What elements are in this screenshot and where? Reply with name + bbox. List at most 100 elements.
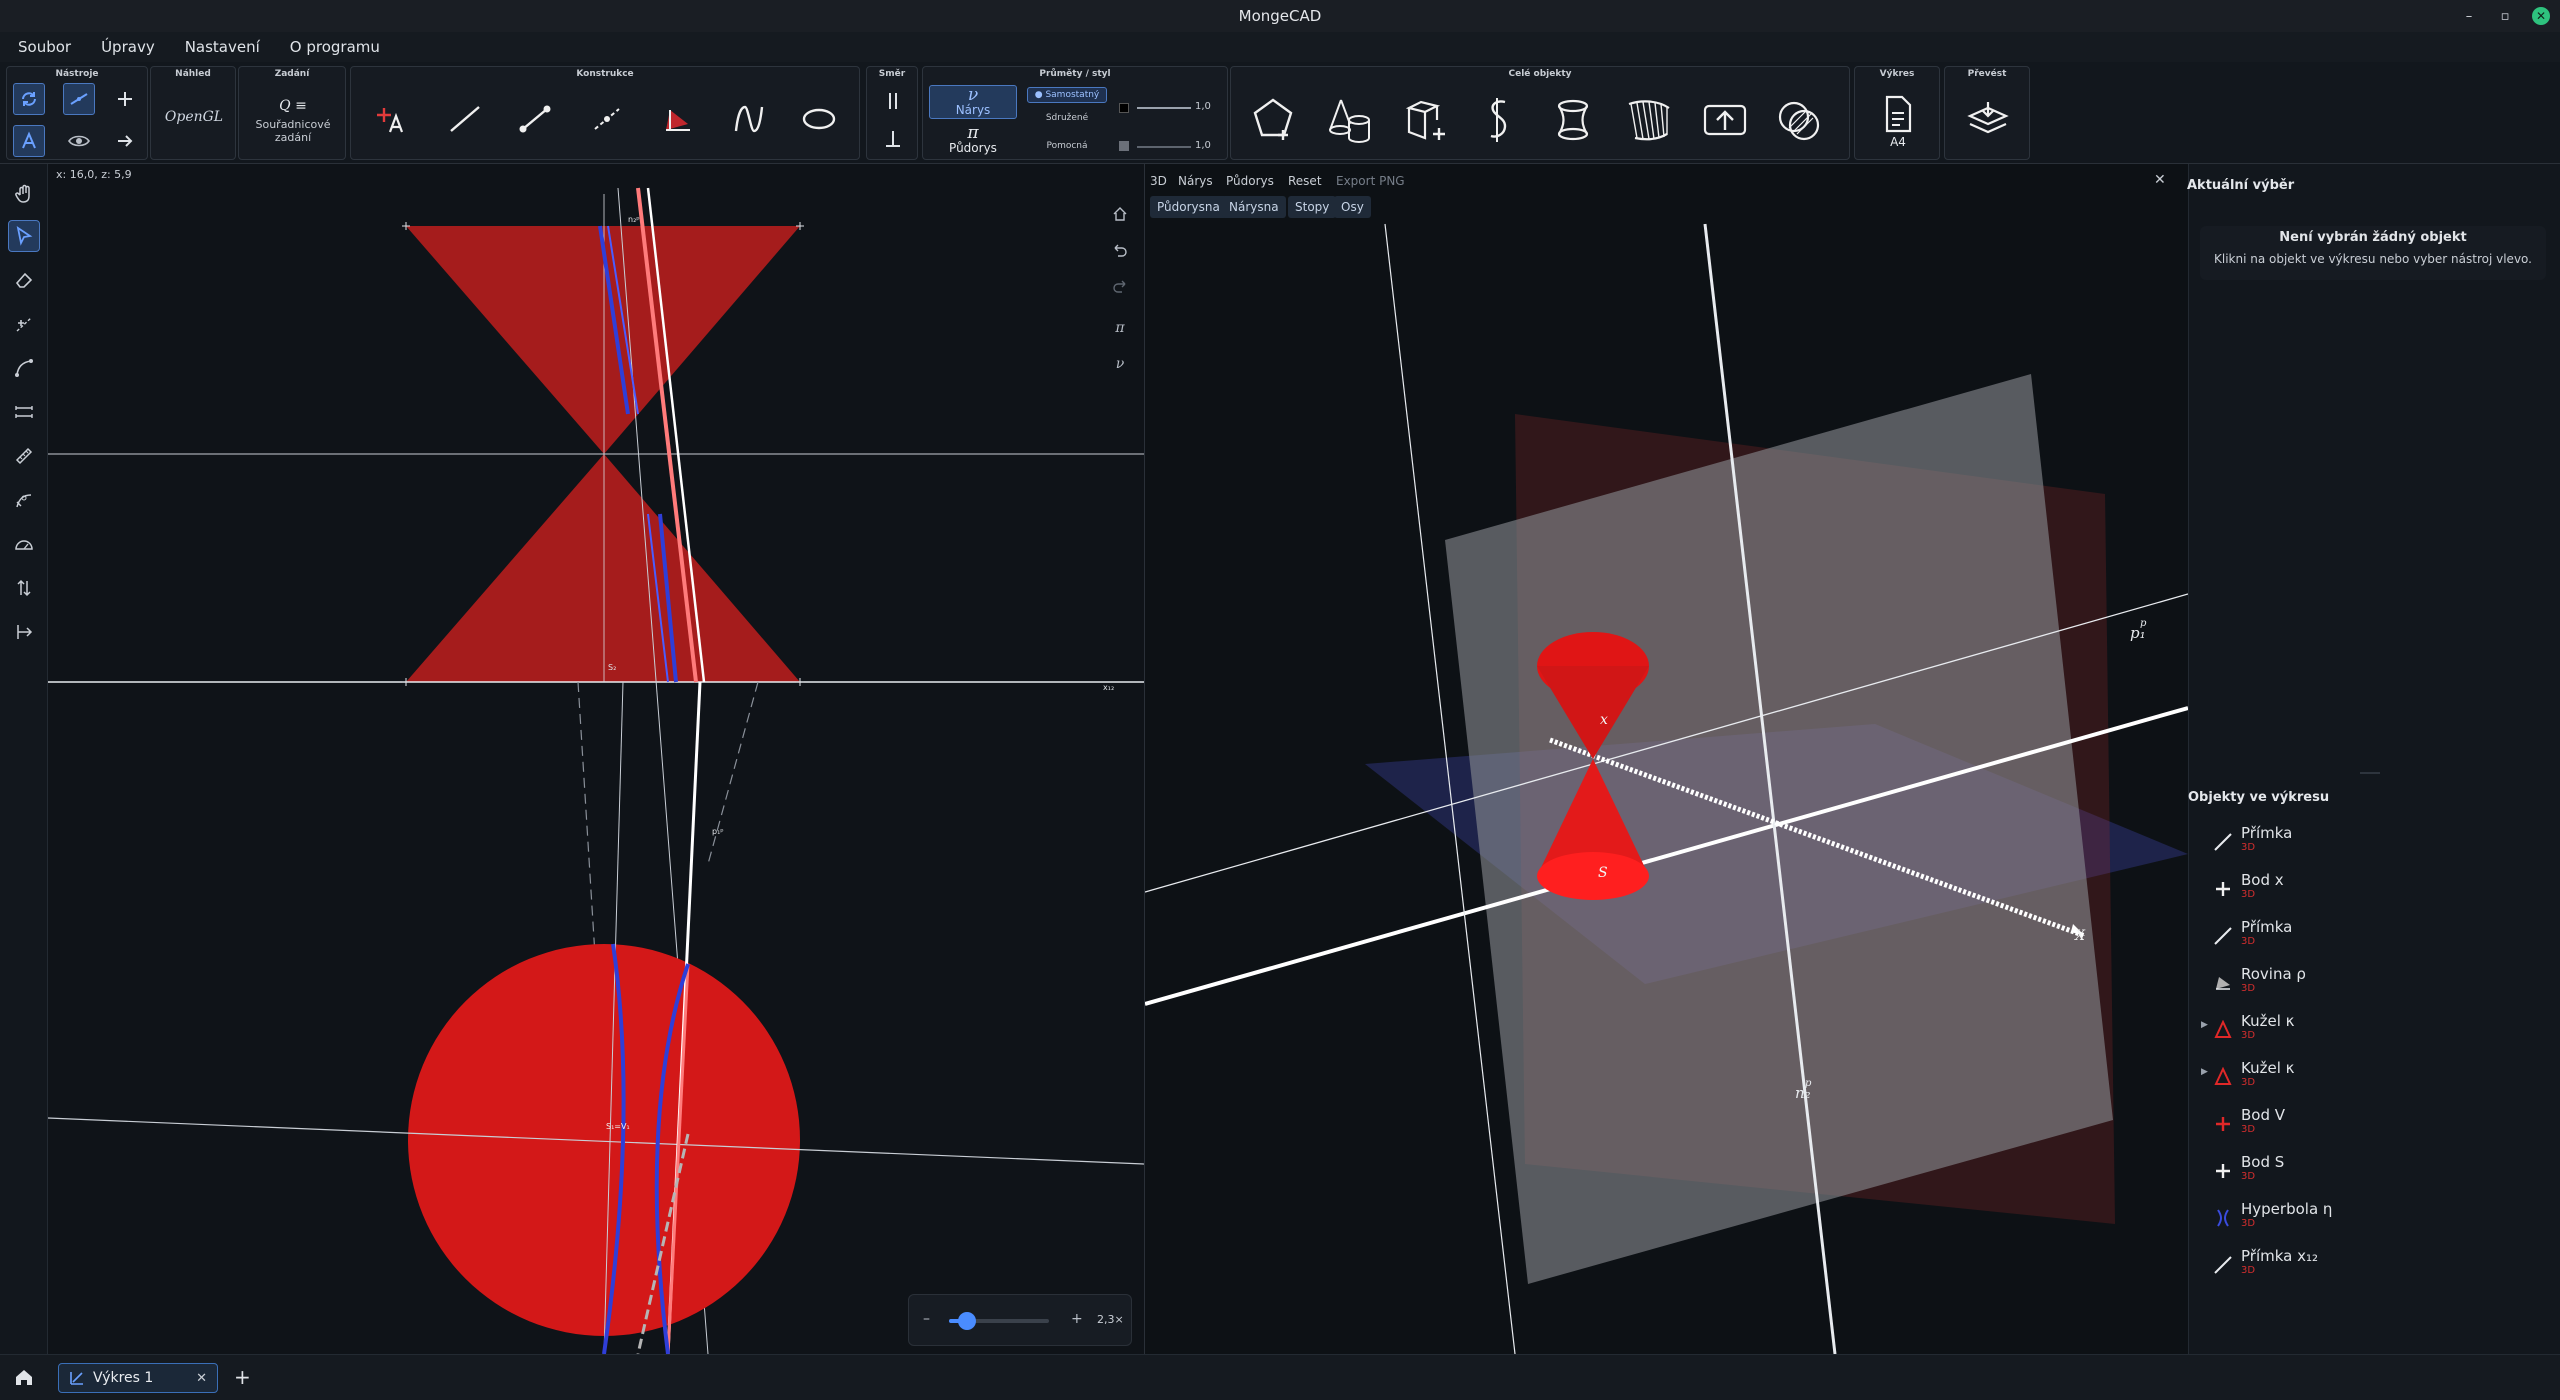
line-button[interactable] [441, 91, 489, 147]
curve-button[interactable] [725, 91, 773, 147]
close-icon[interactable]: ✕ [2532, 7, 2550, 25]
color-swatch-black[interactable] [1119, 103, 1129, 113]
paper-size-button[interactable]: A4 [1869, 89, 1927, 155]
object-list-item[interactable]: Přímka 3D [2205, 820, 2545, 866]
reset-button[interactable]: Reset [1288, 174, 1322, 188]
coordinate-input-button[interactable]: Q ≡ Souřadnicové zadání [245, 85, 341, 157]
pan-tool[interactable] [8, 178, 40, 210]
hyperboloid-button[interactable] [1545, 89, 1601, 151]
document-tab[interactable]: Výkres 1 ✕ [58, 1363, 218, 1393]
group-solids: Celé objekty [1230, 66, 1850, 160]
vertical-tool[interactable] [8, 572, 40, 604]
close-tab-icon[interactable]: ✕ [196, 1371, 207, 1386]
menu-upravy[interactable]: Úpravy [101, 38, 155, 56]
arrow-right-button[interactable] [109, 125, 141, 157]
expand-icon[interactable]: ▶ [2201, 1067, 2208, 1077]
object-kind: 3D [2241, 889, 2256, 900]
parallel-icon [889, 93, 897, 109]
object-list-item[interactable]: Přímka 3D [2205, 914, 2545, 960]
menu-soubor[interactable]: Soubor [18, 38, 71, 56]
projection-pudorys-button[interactable]: π Půdorys [929, 123, 1017, 157]
close-3d-view-icon[interactable]: ✕ [2154, 172, 2166, 188]
nu-view-button[interactable]: ν [1106, 350, 1134, 378]
drawing-canvas-2d[interactable]: n₂ᵖ S₂ x₁₂ S₁=V₁ p₁ᵖ [48, 164, 1144, 1354]
select-tool[interactable] [8, 220, 40, 252]
undo-icon [1114, 244, 1127, 257]
object-list-item[interactable]: ▶ Kužel κ 3D [2201, 1055, 2545, 1101]
toggle-narysna[interactable]: Nárysna [1222, 196, 1286, 218]
ruled-surface-button[interactable] [1621, 89, 1677, 151]
segment-button[interactable] [511, 91, 559, 147]
point-on-line-tool[interactable] [8, 308, 40, 340]
svg-text:S₂: S₂ [608, 663, 616, 672]
redo-button[interactable] [1106, 272, 1134, 300]
parallel-button[interactable] [877, 85, 909, 117]
new-tab-button[interactable]: + [234, 1367, 251, 1387]
view-3d[interactable]: x S X p₁ p n₂ p [1145, 164, 2188, 1354]
zoom-in-button[interactable]: + [1071, 1311, 1083, 1327]
tab-narys[interactable]: Nárys [1178, 174, 1213, 188]
opengl-button[interactable]: OpenGL [159, 97, 229, 137]
zoom-slider-handle[interactable] [958, 1312, 976, 1330]
line-icon [2213, 1255, 2233, 1275]
eraser-tool[interactable] [8, 264, 40, 296]
rotate-tool-button[interactable] [13, 83, 45, 115]
drawing-tab-icon [70, 1372, 83, 1385]
axis-tool[interactable] [8, 616, 40, 648]
object-list-item[interactable]: ▶ Kužel κ 3D [2201, 1008, 2545, 1054]
object-list-item[interactable]: Rovina ρ 3D [2205, 961, 2545, 1007]
style-sdruzene-option[interactable]: Sdružené [1027, 111, 1107, 127]
maximize-icon[interactable]: ▫ [2496, 7, 2514, 25]
toggle-pudorysna[interactable]: Půdorysna [1150, 196, 1227, 218]
pi-view-button[interactable]: π [1106, 314, 1134, 342]
panel-resize-handle[interactable] [2360, 772, 2380, 774]
menu-nastaveni[interactable]: Nastavení [185, 38, 260, 56]
home-view-button[interactable] [1106, 200, 1134, 228]
curve-edit-tool[interactable] [8, 484, 40, 516]
object-list-item[interactable]: Přímka x₁₂ 3D [2205, 1243, 2545, 1289]
ellipse-button[interactable] [795, 91, 843, 147]
move-icon [118, 92, 132, 106]
polygon-button[interactable] [1245, 89, 1301, 151]
object-list-item[interactable]: Bod S 3D [2205, 1149, 2545, 1195]
toggle-osy[interactable]: Osy [1334, 196, 1371, 218]
projection-narys-button[interactable]: ν Nárys [929, 85, 1017, 119]
style-samostatny-option[interactable]: ● Samostatný [1027, 87, 1107, 103]
prism-button[interactable] [1397, 89, 1453, 151]
object-list-item[interactable]: Bod V 3D [2205, 1102, 2545, 1148]
line-width-slider-2[interactable] [1137, 146, 1191, 148]
measure-tool[interactable] [8, 396, 40, 428]
color-swatch-gray[interactable] [1119, 141, 1129, 151]
tab-pudorys[interactable]: Půdorys [1226, 174, 1274, 188]
home-tab-button[interactable] [14, 1367, 34, 1391]
toggle-stopy[interactable]: Stopy [1288, 196, 1337, 218]
tab-3d[interactable]: 3D [1150, 174, 1167, 188]
arc-tool[interactable] [8, 352, 40, 384]
convert-button[interactable] [1959, 89, 2017, 151]
minimize-icon[interactable]: – [2460, 7, 2478, 25]
plane-button[interactable] [653, 91, 701, 147]
point-label-button[interactable] [369, 91, 417, 147]
protractor-tool[interactable] [8, 528, 40, 560]
perpendicular-button[interactable] [877, 123, 909, 155]
surface-button[interactable] [1471, 89, 1527, 151]
intersection-button[interactable] [1771, 89, 1827, 151]
visibility-button[interactable] [63, 125, 95, 157]
ruler-tool[interactable] [8, 440, 40, 472]
undo-button[interactable] [1106, 236, 1134, 264]
menu-o-programu[interactable]: O programu [290, 38, 380, 56]
export-png-button[interactable]: Export PNG [1336, 174, 1405, 188]
object-list-item[interactable]: Bod x 3D [2205, 867, 2545, 913]
style-pomocna-option[interactable]: Pomocná [1027, 139, 1107, 155]
cone-cylinder-button[interactable] [1321, 89, 1377, 151]
label-tool-button[interactable] [13, 125, 45, 157]
object-list-item[interactable]: Hyperbola η 3D [2205, 1196, 2545, 1242]
zoom-out-button[interactable]: – [923, 1311, 930, 1327]
zoom-slider-track[interactable] [949, 1312, 1049, 1330]
line-width-slider-1[interactable] [1137, 107, 1191, 109]
import-button[interactable] [1697, 89, 1753, 151]
expand-icon[interactable]: ▶ [2201, 1020, 2208, 1030]
line-point-tool-button[interactable] [63, 83, 95, 115]
ray-button[interactable] [583, 91, 631, 147]
move-tool-button[interactable] [109, 83, 141, 115]
